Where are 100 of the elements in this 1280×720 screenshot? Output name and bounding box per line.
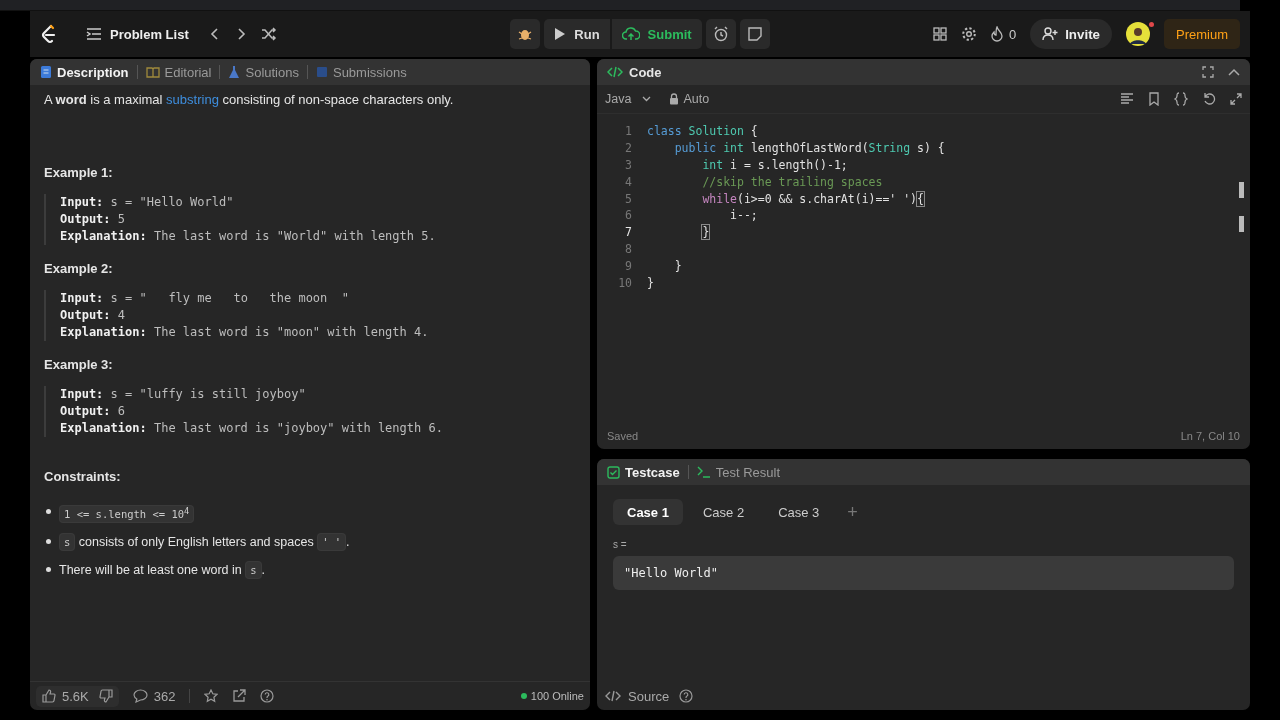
panel-tab[interactable]: Solutions — [228, 64, 299, 80]
example-line: Output: 4 — [60, 307, 127, 324]
case-tab[interactable]: Case 1 — [613, 499, 683, 525]
scroll-marker — [1239, 216, 1244, 232]
line-number: 2 — [624, 141, 632, 156]
collapse-icon[interactable] — [1228, 68, 1240, 76]
avatar[interactable] — [1126, 22, 1150, 46]
alarm-clock-icon — [712, 26, 729, 42]
reset-icon[interactable] — [1202, 92, 1216, 106]
bullet-icon — [46, 567, 51, 572]
code-icon — [607, 66, 623, 78]
thumbs-up-icon — [42, 689, 56, 703]
play-icon — [554, 27, 567, 41]
case-tab[interactable]: Case 3 — [764, 499, 834, 525]
dislike-icon[interactable] — [98, 689, 113, 703]
line-number: 5 — [624, 191, 632, 206]
code-icon — [605, 690, 621, 702]
help-icon[interactable] — [260, 689, 275, 703]
online-count: 100 Online — [530, 690, 584, 702]
book-icon — [145, 66, 160, 78]
line-number: 7 — [624, 225, 632, 240]
code-line: } — [647, 275, 654, 290]
bullet-icon — [46, 509, 51, 515]
example-line: Input: s = "Hello World" — [60, 194, 235, 211]
debug-button[interactable] — [510, 19, 541, 49]
line-number: 9 — [624, 258, 632, 273]
run-button[interactable]: Run — [544, 19, 610, 49]
flask-icon — [228, 65, 241, 79]
example-line: Output: 5 — [60, 211, 127, 228]
logo-icon[interactable] — [40, 24, 58, 44]
list-icon — [86, 27, 102, 41]
example-line: Explanation: The last word is "joyboy" with length 6. — [60, 420, 444, 437]
fullscreen-icon[interactable] — [1202, 66, 1214, 78]
mode-label[interactable]: Auto — [683, 92, 710, 106]
example-line: Input: s = "luffy is still joyboy" — [60, 386, 307, 403]
alarm-clock-button[interactable] — [705, 19, 736, 49]
code-line: //skip the trailing spaces — [701, 174, 883, 189]
line-number: 1 — [624, 124, 632, 139]
panel-tab[interactable]: Testcase — [607, 464, 680, 480]
chevron-left-icon[interactable] — [208, 27, 221, 41]
example-line: Explanation: The last word is "World" with length 5. — [60, 228, 437, 245]
format-icon[interactable] — [1120, 93, 1134, 105]
layout-icon[interactable] — [932, 27, 947, 41]
example-heading: Example 1: — [44, 164, 114, 182]
panel-tab[interactable]: Description — [40, 64, 129, 80]
code-line: int i = s.length()-1; — [701, 158, 848, 172]
bullet-icon — [46, 539, 51, 544]
language-dropdown[interactable]: Java — [605, 92, 652, 106]
terminal-icon — [696, 466, 711, 478]
save-status: Saved — [607, 430, 639, 442]
like-button[interactable]: 5.6K — [42, 688, 89, 704]
document-icon — [40, 65, 52, 79]
description-text: A word is a maximal substring consisting of non-space characters only. — [44, 91, 455, 109]
streak-counter[interactable]: 0 — [990, 26, 1017, 42]
note-button[interactable] — [739, 19, 770, 49]
star-icon[interactable] — [204, 689, 219, 703]
source-button[interactable]: Source — [605, 688, 670, 704]
bookmark-icon[interactable] — [1148, 92, 1160, 106]
code-line: while(i>=0 && s.charAt(i)==' '){ — [701, 191, 924, 206]
panel-tab[interactable]: Submissions — [315, 64, 407, 80]
code-line: } — [673, 258, 682, 273]
cursor-position: Ln 7, Col 10 — [1180, 430, 1240, 442]
constraint-text: s consists of only English letters and spaces ' ' . — [59, 531, 350, 552]
settings-icon[interactable] — [960, 26, 977, 42]
expand-icon[interactable] — [1230, 93, 1242, 105]
online-dot — [520, 693, 527, 699]
example-line: Input: s = " fly me to the moon " — [60, 290, 350, 307]
code-line: public int lengthOfLastWord(String s) { — [673, 141, 945, 156]
line-number: 10 — [617, 275, 632, 290]
flame-icon — [990, 26, 1003, 42]
parameter-label: s = — [613, 539, 628, 550]
scroll-marker — [1239, 182, 1244, 198]
input-field[interactable]: "Hello World" — [613, 556, 1234, 590]
checkbox-icon — [607, 465, 620, 479]
help-icon[interactable] — [679, 689, 694, 703]
substring-link[interactable]: substring — [166, 92, 219, 107]
constraints-heading: Constraints: — [44, 468, 122, 486]
panel-tab[interactable]: Test Result — [696, 464, 780, 480]
caret-icon — [642, 96, 652, 102]
line-number: 8 — [624, 241, 632, 256]
line-number: 6 — [624, 208, 632, 223]
note-icon — [746, 26, 763, 42]
example-line: Output: 6 — [60, 403, 127, 420]
braces-icon[interactable] — [1174, 92, 1188, 106]
share-icon[interactable] — [232, 689, 247, 703]
line-number: 3 — [624, 158, 632, 172]
constraint-text: There will be at least one word in s . — [59, 559, 266, 580]
invite-button[interactable]: Invite — [1030, 19, 1112, 49]
shuffle-icon[interactable] — [260, 27, 277, 41]
comment-icon — [132, 689, 148, 703]
example-line: Explanation: The last word is "moon" with length 4. — [60, 324, 430, 341]
comments-button[interactable]: 362 — [132, 688, 176, 704]
case-tab[interactable]: Case 2 — [688, 499, 759, 525]
premium-button[interactable]: Premium — [1164, 19, 1240, 49]
cloud-upload-icon — [621, 27, 640, 41]
panel-title: Code — [629, 64, 662, 80]
submit-button[interactable]: Submit — [611, 19, 702, 49]
add-user-icon — [1042, 27, 1059, 41]
problem-list-button[interactable]: Problem List — [86, 26, 189, 42]
panel-tab[interactable]: Editorial — [145, 64, 212, 80]
